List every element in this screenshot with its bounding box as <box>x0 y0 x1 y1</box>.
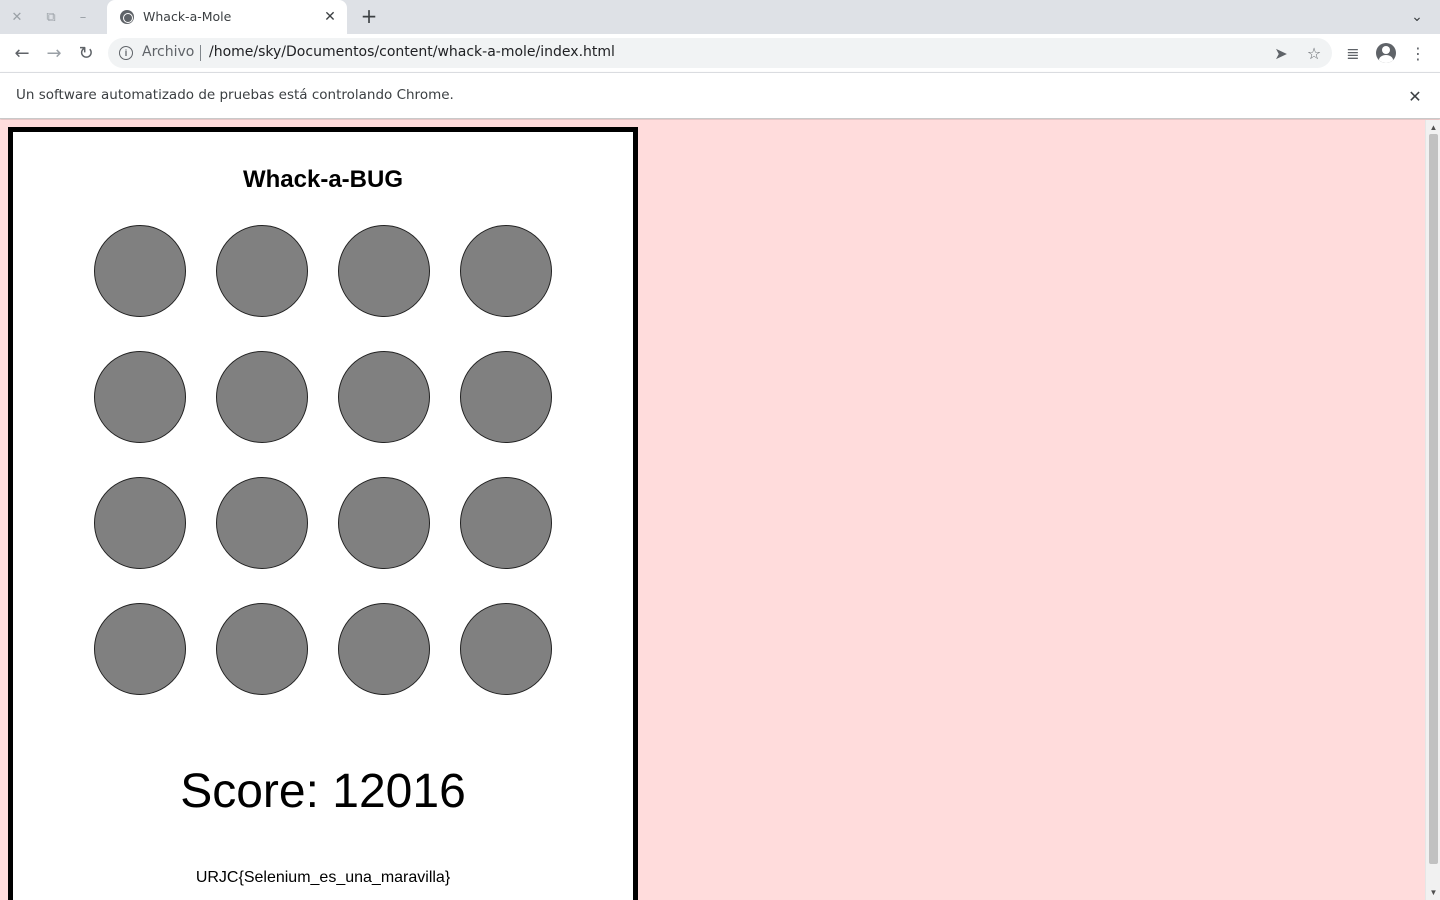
automation-infobar: Un software automatizado de pruebas está… <box>0 72 1440 119</box>
globe-icon <box>120 10 134 24</box>
mole-hole[interactable] <box>338 351 430 443</box>
scroll-up-arrow-icon[interactable]: ▲ <box>1426 120 1440 135</box>
page-viewport: Whack-a-BUG Score: 12016 URJC{Selenium_e… <box>0 120 1425 900</box>
browser-toolbar: ← → ↻ i Archivo /home/sky/Documentos/con… <box>0 34 1440 72</box>
mole-hole[interactable] <box>338 225 430 317</box>
bookmark-star-icon[interactable]: ☆ <box>1303 42 1325 64</box>
infobar-close-icon[interactable]: ✕ <box>1405 86 1425 106</box>
flag-text: URJC{Selenium_es_una_maravilla} <box>195 869 451 886</box>
mole-hole[interactable] <box>460 351 552 443</box>
tab-strip: ✕ ⧉ – Whack-a-Mole ✕ + ⌄ <box>0 0 1440 34</box>
mole-hole[interactable] <box>460 603 552 695</box>
mole-grid <box>94 225 552 695</box>
minimize-window-icon[interactable]: – <box>73 7 93 27</box>
mole-hole[interactable] <box>94 603 186 695</box>
url-text[interactable]: /home/sky/Documentos/content/whack-a-mol… <box>209 44 615 60</box>
mole-hole[interactable] <box>338 477 430 569</box>
scrollbar-thumb[interactable] <box>1429 134 1438 864</box>
infobar-message: Un software automatizado de pruebas está… <box>16 87 454 103</box>
mole-hole[interactable] <box>460 477 552 569</box>
game-board: Whack-a-BUG Score: 12016 URJC{Selenium_e… <box>8 127 638 900</box>
mole-hole[interactable] <box>94 477 186 569</box>
scheme-label: Archivo <box>142 44 195 60</box>
score-display: Score: 12016 <box>13 764 633 819</box>
mole-hole[interactable] <box>338 603 430 695</box>
close-window-icon[interactable]: ✕ <box>7 7 27 27</box>
mole-hole[interactable] <box>216 351 308 443</box>
score-label: Score: <box>180 765 333 818</box>
tab-title: Whack-a-Mole <box>143 9 232 24</box>
mole-hole[interactable] <box>460 225 552 317</box>
back-button[interactable]: ← <box>10 41 34 65</box>
restore-window-icon[interactable]: ⧉ <box>41 7 61 27</box>
omnibox-divider <box>200 45 201 61</box>
profile-avatar-icon[interactable] <box>1376 43 1396 63</box>
vertical-scrollbar[interactable]: ▲ ▼ <box>1425 120 1440 900</box>
mole-hole[interactable] <box>216 603 308 695</box>
score-value: 12016 <box>332 765 466 818</box>
menu-icon[interactable]: ⋮ <box>1406 41 1430 65</box>
info-icon[interactable]: i <box>119 46 133 60</box>
reload-button[interactable]: ↻ <box>74 41 98 65</box>
forward-button[interactable]: → <box>42 41 66 65</box>
send-icon[interactable]: ➤ <box>1270 42 1292 64</box>
tab-close-icon[interactable]: ✕ <box>321 8 339 26</box>
new-tab-button[interactable]: + <box>358 4 380 28</box>
mole-hole[interactable] <box>94 351 186 443</box>
mole-hole[interactable] <box>216 225 308 317</box>
address-bar[interactable]: i Archivo /home/sky/Documentos/content/w… <box>108 38 1332 68</box>
scroll-down-arrow-icon[interactable]: ▼ <box>1426 885 1440 900</box>
media-controls-icon[interactable]: ≣ <box>1341 41 1365 65</box>
tab-whack-a-mole[interactable]: Whack-a-Mole ✕ <box>107 0 347 34</box>
mole-hole[interactable] <box>216 477 308 569</box>
tab-search-icon[interactable]: ⌄ <box>1406 6 1428 28</box>
mole-hole[interactable] <box>94 225 186 317</box>
game-title: Whack-a-BUG <box>242 166 404 193</box>
